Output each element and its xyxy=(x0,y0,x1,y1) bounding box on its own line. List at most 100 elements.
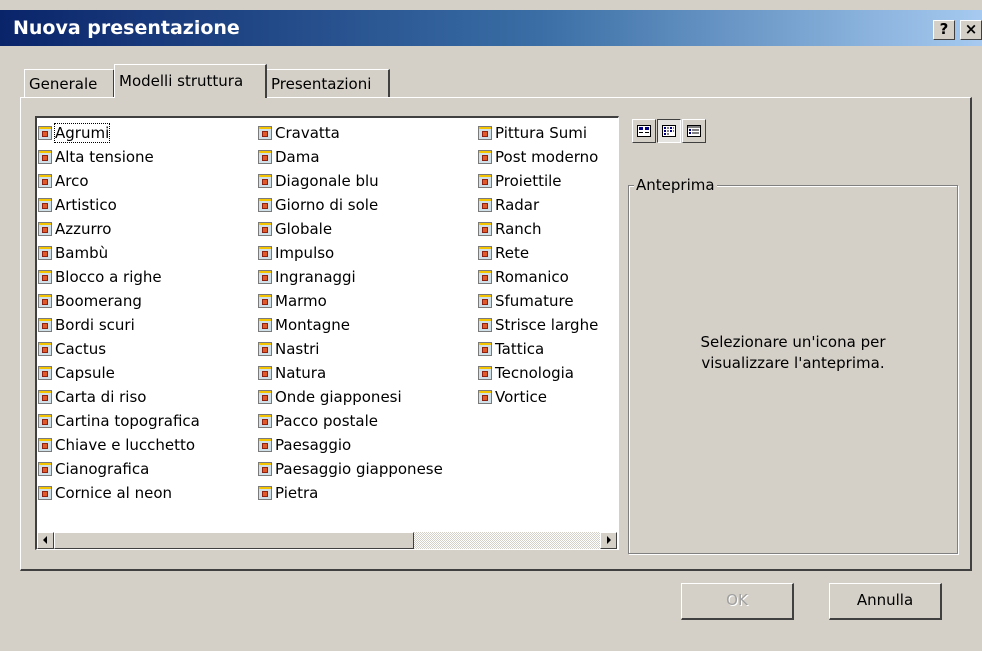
template-item[interactable]: Alta tensione xyxy=(38,145,200,169)
template-column-3: Pittura Sumi Post moderno Proiettile Radar R… xyxy=(478,121,598,409)
template-item[interactable]: Vortice xyxy=(478,385,598,409)
scroll-thumb[interactable] xyxy=(54,532,414,549)
preview-message: Selezionare un'icona per visualizzare l'… xyxy=(639,332,947,374)
template-item-label: Blocco a righe xyxy=(55,268,162,286)
template-item[interactable]: Strisce larghe xyxy=(478,313,598,337)
template-item[interactable]: Arco xyxy=(38,169,200,193)
design-template-icon xyxy=(478,150,492,164)
template-item[interactable]: Diagonale blu xyxy=(258,169,443,193)
template-item[interactable]: Rete xyxy=(478,241,598,265)
template-list[interactable]: Agrumi Alta tensione Arco Artistico Azzurro B… xyxy=(35,116,619,550)
template-item[interactable]: Tecnologia xyxy=(478,361,598,385)
scroll-left-button[interactable] xyxy=(37,532,54,549)
design-template-icon xyxy=(478,318,492,332)
design-template-icon xyxy=(258,438,272,452)
details-view-button[interactable] xyxy=(682,119,706,143)
preview-message-line-1: Selezionare un'icona per xyxy=(700,333,886,351)
template-item[interactable]: Bordi scuri xyxy=(38,313,200,337)
template-item-label: Chiave e lucchetto xyxy=(55,436,196,454)
template-item-label: Capsule xyxy=(55,364,115,382)
close-button[interactable]: × xyxy=(960,20,982,40)
list-view-button[interactable] xyxy=(657,119,681,143)
template-item-label: Boomerang xyxy=(55,292,142,310)
template-item[interactable]: Paesaggio xyxy=(258,433,443,457)
template-item[interactable]: Bambù xyxy=(38,241,200,265)
template-item[interactable]: Cornice al neon xyxy=(38,481,200,505)
template-item[interactable]: Tattica xyxy=(478,337,598,361)
template-item[interactable]: Marmo xyxy=(258,289,443,313)
template-item[interactable]: Cartina topografica xyxy=(38,409,200,433)
design-template-icon xyxy=(258,390,272,404)
design-template-icon xyxy=(38,150,52,164)
template-item[interactable]: Chiave e lucchetto xyxy=(38,433,200,457)
template-item-label: Tecnologia xyxy=(495,364,574,382)
template-item-label: Giorno di sole xyxy=(275,196,379,214)
template-item[interactable]: Pietra xyxy=(258,481,443,505)
design-template-icon xyxy=(478,246,492,260)
template-item-label: Paesaggio xyxy=(275,436,352,454)
template-item-label: Globale xyxy=(275,220,333,238)
template-item-label: Carta di riso xyxy=(55,388,147,406)
design-template-icon xyxy=(478,342,492,356)
template-item-label: Cravatta xyxy=(275,124,340,142)
design-template-icon xyxy=(478,366,492,380)
template-item[interactable]: Cravatta xyxy=(258,121,443,145)
design-template-icon xyxy=(258,486,272,500)
template-item[interactable]: Carta di riso xyxy=(38,385,200,409)
design-template-icon xyxy=(478,198,492,212)
template-item-label: Cornice al neon xyxy=(55,484,173,502)
template-item[interactable]: Onde giapponesi xyxy=(258,385,443,409)
design-template-icon xyxy=(258,126,272,140)
template-item[interactable]: Proiettile xyxy=(478,169,598,193)
template-item[interactable]: Ingranaggi xyxy=(258,265,443,289)
design-template-icon xyxy=(38,294,52,308)
template-item[interactable]: Ranch xyxy=(478,217,598,241)
template-item[interactable]: Pittura Sumi xyxy=(478,121,598,145)
tab-modelli-struttura[interactable]: Modelli struttura xyxy=(114,64,267,98)
template-item-label: Ingranaggi xyxy=(275,268,356,286)
template-item[interactable]: Post moderno xyxy=(478,145,598,169)
template-item[interactable]: Capsule xyxy=(38,361,200,385)
template-item[interactable]: Sfumature xyxy=(478,289,598,313)
template-item[interactable]: Azzurro xyxy=(38,217,200,241)
scroll-right-button[interactable] xyxy=(600,532,617,549)
template-item[interactable]: Dama xyxy=(258,145,443,169)
help-button[interactable]: ? xyxy=(933,20,955,40)
design-template-icon xyxy=(258,366,272,380)
template-item-label: Nastri xyxy=(275,340,320,358)
template-item[interactable]: Giorno di sole xyxy=(258,193,443,217)
template-item[interactable]: Romanico xyxy=(478,265,598,289)
template-item-label: Sfumature xyxy=(495,292,574,310)
template-item[interactable]: Cactus xyxy=(38,337,200,361)
horizontal-scrollbar[interactable] xyxy=(37,532,617,549)
template-item[interactable]: Nastri xyxy=(258,337,443,361)
template-item[interactable]: Boomerang xyxy=(38,289,200,313)
template-column-1: Agrumi Alta tensione Arco Artistico Azzurro B… xyxy=(38,121,200,505)
large-icons-view-button[interactable] xyxy=(632,119,656,143)
design-template-icon xyxy=(38,222,52,236)
tab-panel: Agrumi Alta tensione Arco Artistico Azzurro B… xyxy=(20,97,972,571)
design-template-icon xyxy=(38,342,52,356)
template-item[interactable]: Natura xyxy=(258,361,443,385)
design-template-icon xyxy=(38,438,52,452)
template-column-2: Cravatta Dama Diagonale blu Giorno di sole G… xyxy=(258,121,443,505)
template-item[interactable]: Blocco a righe xyxy=(38,265,200,289)
template-item[interactable]: Globale xyxy=(258,217,443,241)
template-item[interactable]: Artistico xyxy=(38,193,200,217)
design-template-icon xyxy=(38,246,52,260)
tab-presentazioni[interactable]: Presentazioni xyxy=(266,69,390,97)
template-item[interactable]: Impulso xyxy=(258,241,443,265)
template-item[interactable]: Cianografica xyxy=(38,457,200,481)
template-item-label: Cartina topografica xyxy=(55,412,200,430)
design-template-icon xyxy=(478,174,492,188)
tab-generale[interactable]: Generale xyxy=(24,69,115,97)
template-item-label: Ranch xyxy=(495,220,542,238)
template-item[interactable]: Agrumi xyxy=(38,121,200,145)
ok-button[interactable]: OK xyxy=(681,583,794,620)
template-item-label: Post moderno xyxy=(495,148,599,166)
template-item[interactable]: Pacco postale xyxy=(258,409,443,433)
cancel-button[interactable]: Annulla xyxy=(829,583,942,620)
template-item[interactable]: Montagne xyxy=(258,313,443,337)
template-item[interactable]: Radar xyxy=(478,193,598,217)
template-item[interactable]: Paesaggio giapponese xyxy=(258,457,443,481)
